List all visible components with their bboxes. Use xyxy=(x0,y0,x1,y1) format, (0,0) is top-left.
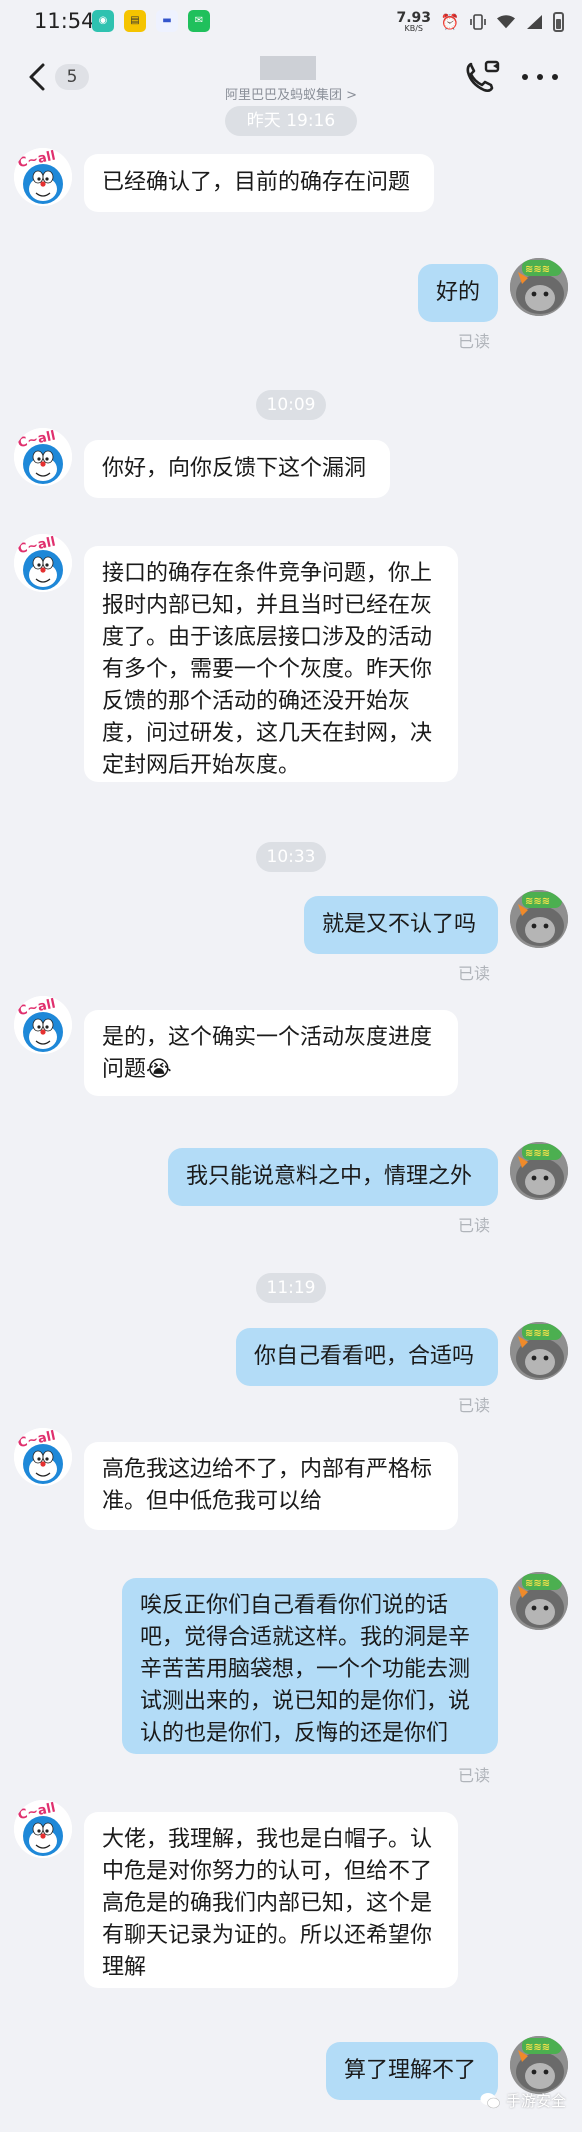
contact-avatar[interactable] xyxy=(14,1800,72,1858)
watermark: 手游安全 xyxy=(480,2090,566,2111)
my-avatar[interactable] xyxy=(510,890,568,948)
message-bubble-outgoing[interactable]: 好的 xyxy=(418,264,498,322)
my-avatar[interactable] xyxy=(510,258,568,316)
message-bubble-outgoing[interactable]: 算了理解不了 xyxy=(326,2042,498,2100)
vibrate-icon xyxy=(469,13,487,31)
my-avatar[interactable] xyxy=(510,2036,568,2094)
contact-avatar[interactable] xyxy=(14,428,72,486)
read-receipt: 已读 xyxy=(458,1766,491,1785)
message-bubble-incoming[interactable]: 大佬，我理解，我也是白帽子。认 中危是对你努力的认可，但给不了 高危是的确我们内… xyxy=(84,1812,458,1988)
my-avatar[interactable] xyxy=(510,1572,568,1630)
read-receipt: 已读 xyxy=(458,1396,491,1415)
chat-header: 5 阿里巴巴及蚂蚁集团 > xyxy=(0,44,582,110)
read-receipt: 已读 xyxy=(458,964,491,983)
message-bubble-incoming[interactable]: 是的，这个确实一个活动灰度进度 问题😭 xyxy=(84,1010,458,1096)
more-icon xyxy=(522,74,528,80)
message-bubble-incoming[interactable]: 已经确认了，目前的确存在问题 xyxy=(84,154,434,212)
status-time: 11:54 xyxy=(34,9,95,33)
net-speed-value: 7.93 xyxy=(396,10,431,26)
message-bubble-outgoing[interactable]: 我只能说意料之中，情理之外 xyxy=(168,1148,498,1206)
phone-call-icon xyxy=(466,60,500,92)
app-notification-icon: ◉ xyxy=(92,10,114,32)
more-icon xyxy=(537,74,543,80)
signal-icon xyxy=(525,13,543,31)
net-speed-unit: KB/S xyxy=(404,24,423,33)
wifi-icon xyxy=(497,13,515,31)
watermark-text: 手游安全 xyxy=(505,2092,566,2110)
timestamp-chip: 11:19 xyxy=(256,1273,326,1303)
message-bubble-incoming[interactable]: 接口的确存在条件竞争问题，你上 报时内部已知，并且当时已经在灰 度了。由于该底层… xyxy=(84,546,458,782)
contact-avatar[interactable] xyxy=(14,1428,72,1486)
status-bar: 11:54 ◉ ▤ ▬ ✉ 7.93 KB/S ⏰ xyxy=(0,0,582,44)
timestamp-chip: 10:33 xyxy=(256,842,326,872)
alarm-icon: ⏰ xyxy=(440,13,460,31)
my-avatar[interactable] xyxy=(510,1322,568,1380)
message-bubble-incoming[interactable]: 高危我这边给不了，内部有严格标 准。但中低危我可以给 xyxy=(84,1442,458,1530)
app-notification-icon: ▬ xyxy=(156,10,178,32)
more-icon xyxy=(552,74,558,80)
app-notification-icon: ✉ xyxy=(188,10,210,32)
call-button[interactable] xyxy=(462,58,502,96)
app-notification-icon: ▤ xyxy=(124,10,146,32)
message-bubble-incoming[interactable]: 你好，向你反馈下这个漏洞 xyxy=(84,440,390,498)
read-receipt: 已读 xyxy=(458,1216,491,1235)
more-button[interactable] xyxy=(522,64,558,90)
contact-avatar[interactable] xyxy=(14,534,72,592)
status-indicators: 7.93 KB/S ⏰ xyxy=(396,6,564,38)
my-avatar[interactable] xyxy=(510,1142,568,1200)
message-bubble-outgoing[interactable]: 唉反正你们自己看看你们说的话 吧，觉得合适就这样。我的洞是辛 辛苦苦用脑袋想，一… xyxy=(122,1578,498,1754)
contact-name-redacted[interactable] xyxy=(260,56,316,80)
contact-avatar[interactable] xyxy=(14,996,72,1054)
battery-icon xyxy=(553,12,564,32)
wechat-icon xyxy=(480,2093,500,2109)
contact-avatar[interactable] xyxy=(14,148,72,206)
message-bubble-outgoing[interactable]: 你自己看看吧，合适吗 xyxy=(236,1328,498,1386)
net-speed: 7.93 KB/S xyxy=(396,11,431,33)
timestamp-chip: 昨天 19:16 xyxy=(225,106,357,136)
timestamp-chip: 10:09 xyxy=(256,390,326,420)
message-bubble-outgoing[interactable]: 就是又不认了吗 xyxy=(304,896,498,954)
read-receipt: 已读 xyxy=(458,332,491,351)
